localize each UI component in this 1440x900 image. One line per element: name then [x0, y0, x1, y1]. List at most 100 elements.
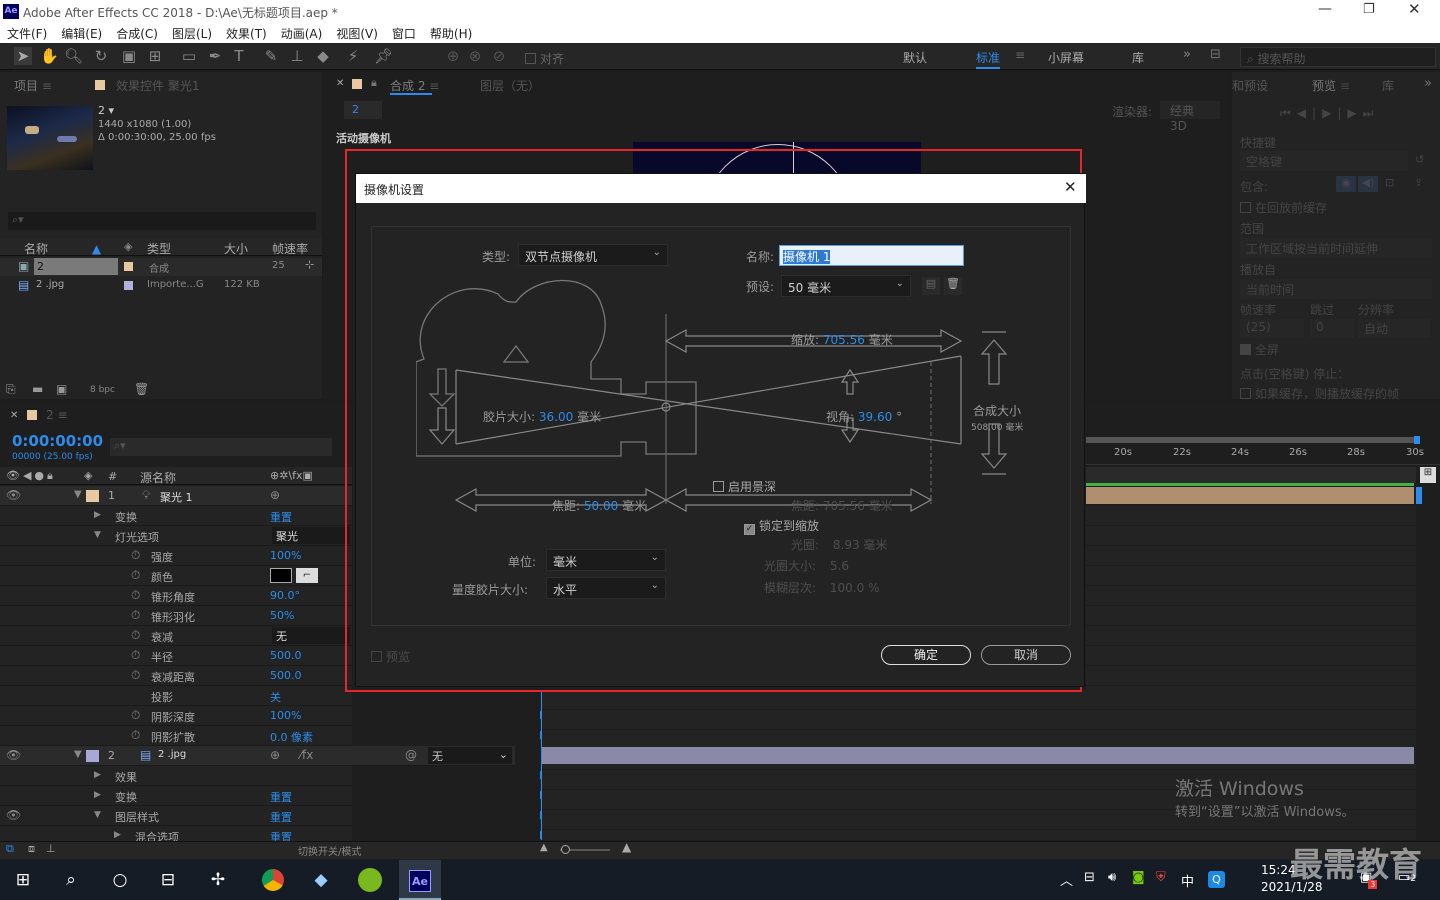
expand-triangle-icon[interactable]: ▼	[94, 810, 101, 820]
menu-window[interactable]: 窗口	[385, 23, 423, 42]
comp-button-icon[interactable]: ⊞	[1420, 467, 1436, 483]
property-row[interactable]: ⏱ 颜色 ⌐	[0, 566, 352, 586]
stopwatch-icon[interactable]: ⏱	[131, 708, 140, 723]
cortana-icon[interactable]: ○	[105, 865, 135, 895]
collapse-triangle-icon[interactable]: ▶	[114, 830, 121, 840]
zoom-slider-handle[interactable]	[561, 845, 570, 854]
comp-subtab[interactable]: 2	[344, 101, 382, 119]
explorer-app-icon[interactable]: ◆	[306, 865, 336, 895]
col-name[interactable]: 名称 ▲	[24, 240, 101, 257]
tab-library[interactable]: 库	[1382, 77, 1394, 94]
timeline-search-input[interactable]: ⌕▾	[110, 438, 332, 456]
graph-editor-icon[interactable]: ⊥	[46, 842, 56, 855]
first-frame-icon[interactable]: ⏮	[1280, 106, 1297, 120]
property-value[interactable]: 90.0°	[270, 589, 300, 602]
project-row-jpg[interactable]: ▤ 2 .jpg Importe...G 122 KB	[0, 277, 322, 295]
tab-composition[interactable]: 合成 2 ≡	[390, 77, 439, 94]
range-select[interactable]: 工作区域按当前时间延伸	[1240, 238, 1432, 258]
selection-tool-icon[interactable]: ➤	[14, 47, 32, 65]
property-value[interactable]: 重置	[270, 509, 292, 525]
collapse-triangle-icon[interactable]: ▶	[94, 510, 101, 520]
film-size-value[interactable]: 36.00	[539, 410, 573, 424]
property-row[interactable]: ⏱ 锥形羽化 50%	[0, 606, 352, 626]
shortcut-select[interactable]: 空格键	[1240, 151, 1408, 171]
expand-triangle-icon[interactable]: ▼	[74, 489, 82, 500]
focus-distance-value[interactable]: 705.56 毫米	[823, 499, 893, 513]
keyframe-marker-icon[interactable]: I	[539, 729, 542, 742]
keyframe-marker-icon[interactable]: I	[539, 709, 542, 722]
property-row[interactable]: 👁︎ ▼ 图层样式 重置	[0, 806, 352, 826]
property-row[interactable]: ⏱ 衰减距离 500.0	[0, 666, 352, 686]
rotate-tool-icon[interactable]: ↻	[92, 47, 110, 65]
clone-stamp-tool-icon[interactable]: ⊥	[288, 47, 306, 65]
workspace-default[interactable]: 默认	[903, 49, 927, 66]
menu-animation[interactable]: 动画(A)	[274, 23, 330, 42]
windows-start-icon[interactable]: ⊞	[8, 865, 38, 895]
fx-switch-icon[interactable]: ⁄fx	[300, 748, 313, 762]
property-row[interactable]: ⏱ 半径 500.0	[0, 646, 352, 666]
dialog-close-icon[interactable]: ✕	[1064, 178, 1077, 196]
enable-dof-checkbox[interactable]: 启用景深	[713, 478, 776, 495]
type-tool-icon[interactable]: T	[230, 47, 248, 65]
ae-taskbar-icon[interactable]: Ae	[405, 865, 435, 895]
task-view-icon[interactable]: ⊟	[153, 865, 183, 895]
search-icon[interactable]: ⌕	[56, 865, 86, 895]
layer-name[interactable]: 2 .jpg	[158, 749, 186, 760]
menu-effect[interactable]: 效果(T)	[219, 23, 274, 42]
include-video-icon[interactable]: ◉	[1336, 176, 1356, 192]
property-value[interactable]: 重置	[270, 789, 292, 805]
property-value[interactable]: 100%	[270, 549, 301, 562]
workspace-small-screen[interactable]: 小屏幕	[1048, 49, 1084, 66]
shy-switch-icon[interactable]: ⊕	[270, 488, 280, 502]
close-window-icon[interactable]: ✕	[1408, 0, 1421, 18]
volume-icon[interactable]: 🔊︎	[1108, 870, 1116, 885]
fullscreen-checkbox[interactable]: 全屏	[1240, 341, 1279, 358]
cancel-button[interactable]: 取消	[981, 645, 1071, 665]
brush-tool-icon[interactable]: ✎	[262, 47, 280, 65]
blur-level-value[interactable]: 100.0 %	[830, 581, 880, 595]
property-row[interactable]: ▶ 效果	[0, 766, 352, 786]
eye-icon[interactable]: 👁︎	[6, 808, 21, 822]
green-app-icon[interactable]	[355, 865, 385, 895]
layer1-end-handle[interactable]	[1416, 487, 1422, 504]
work-area-bar[interactable]	[1086, 437, 1418, 443]
preview-checkbox[interactable]: 预览	[371, 648, 410, 665]
measure-film-select[interactable]: 水平 ⌄	[546, 577, 666, 599]
property-select[interactable]: 聚光	[272, 527, 350, 544]
property-row[interactable]: ⏱ 衰减 无	[0, 626, 352, 646]
property-value[interactable]: 重置	[270, 809, 292, 825]
camera-name-input[interactable]: 摄像机 1	[779, 245, 964, 266]
reset-icon[interactable]: ↺	[1415, 153, 1424, 166]
color-swatch[interactable]	[270, 568, 292, 583]
focal-length-value[interactable]: 50.00	[584, 499, 618, 513]
panel-overflow-icon[interactable]: »	[1424, 76, 1432, 91]
property-value[interactable]: 100%	[270, 709, 301, 722]
stopwatch-icon[interactable]: ⏱	[131, 668, 140, 683]
stopwatch-icon[interactable]: ⏱	[131, 588, 140, 603]
prev-frame-icon[interactable]: ◀|	[1297, 106, 1322, 120]
stopwatch-icon[interactable]: ⏱	[131, 608, 140, 623]
stopwatch-icon[interactable]: ⏱	[131, 648, 140, 663]
local-axis-icon[interactable]: ⊕	[444, 47, 462, 65]
lock-to-zoom-checkbox[interactable]: ✓ 锁定到缩放	[744, 517, 819, 535]
sync-settings-icon[interactable]: ⊟	[1210, 47, 1221, 62]
col-fps[interactable]: 帧速率	[272, 240, 308, 257]
tray-chevron-up-icon[interactable]: ︿	[1060, 870, 1073, 889]
expand-triangle-icon[interactable]: ▼	[74, 749, 82, 760]
zoom-value[interactable]: 705.56	[823, 333, 865, 347]
project-comp-name[interactable]: 2 ▾	[98, 104, 114, 117]
property-row[interactable]: ▶ 变换 重置	[0, 506, 352, 526]
ok-button[interactable]: 确定	[881, 645, 971, 665]
hand-tool-icon[interactable]: ✋	[40, 47, 59, 65]
flowchart-icon[interactable]: ⊹	[305, 258, 314, 271]
work-area-end-handle[interactable]	[1414, 436, 1420, 444]
bpc-label[interactable]: 8 bpc	[90, 385, 115, 395]
tab-project[interactable]: 项目 ≡	[14, 77, 52, 94]
notification-center-icon[interactable]: ▭2	[1398, 870, 1416, 885]
property-row[interactable]: ⏱ 强度 100%	[0, 546, 352, 566]
property-row[interactable]: ⏱ 锥形角度 90.0°	[0, 586, 352, 606]
project-search-input[interactable]: ⌕▾	[8, 212, 316, 230]
layer1-bar[interactable]	[1086, 487, 1414, 504]
property-row[interactable]: ⏱ 阴影深度 100%	[0, 706, 352, 726]
search-help-input[interactable]: ⌕ 搜索帮助	[1240, 47, 1436, 67]
